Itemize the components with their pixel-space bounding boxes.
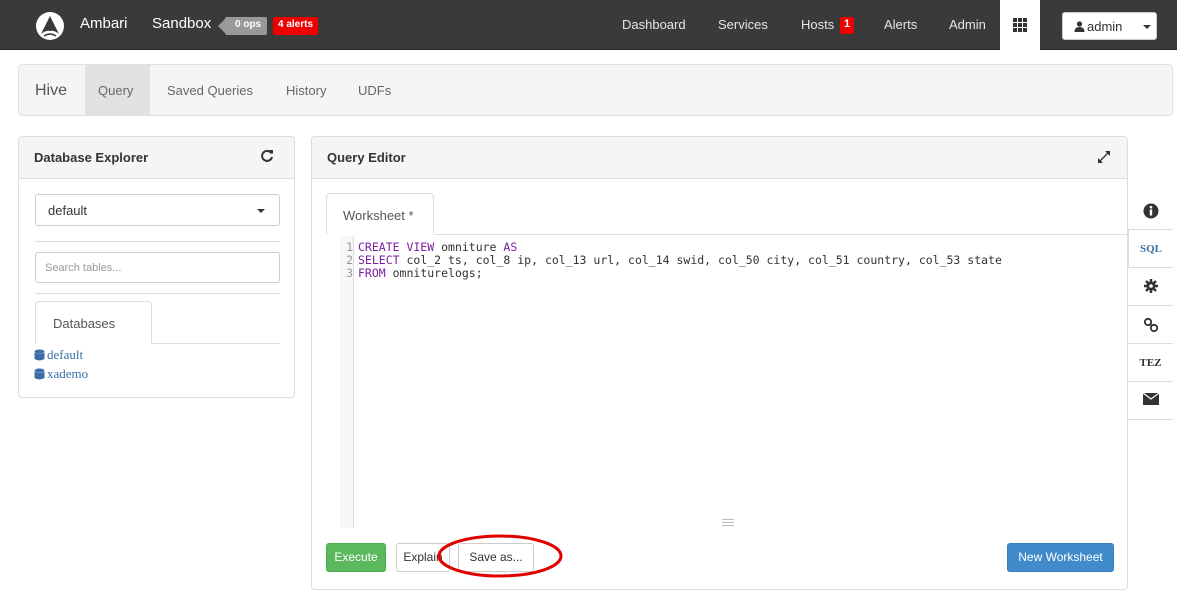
info-icon <box>1143 203 1158 219</box>
cluster-name[interactable]: Sandbox <box>152 15 211 32</box>
tab-databases[interactable]: Databases <box>35 301 152 344</box>
panel-heading: Query Editor <box>312 137 1127 179</box>
ambari-logo-icon[interactable] <box>36 12 64 40</box>
tab-worksheet[interactable]: Worksheet * <box>326 193 434 235</box>
ops-badge[interactable]: 0 ops <box>217 17 268 35</box>
nav-admin[interactable]: Admin <box>949 17 986 32</box>
tez-label: TEZ <box>1139 357 1162 369</box>
tab-worksheet-label: Worksheet * <box>343 208 414 223</box>
gear-icon <box>1143 279 1158 293</box>
annotation-ellipse <box>437 534 563 578</box>
views-menu-button[interactable] <box>1000 0 1040 50</box>
tab-udfs[interactable]: UDFs <box>358 65 391 115</box>
database-select[interactable]: default <box>35 194 280 226</box>
database-select-value: default <box>48 203 88 218</box>
user-icon <box>1074 21 1085 32</box>
tez-button[interactable]: TEZ <box>1128 344 1173 382</box>
user-menu-button[interactable]: admin <box>1062 12 1157 40</box>
sql-label: SQL <box>1139 243 1162 255</box>
user-name: admin <box>1087 19 1123 34</box>
alerts-badge[interactable]: 4 alerts <box>273 17 319 35</box>
envelope-icon <box>1142 392 1159 405</box>
nav-hosts[interactable]: Hosts <box>801 17 834 32</box>
grid-icon <box>1013 18 1027 32</box>
search-tables-input[interactable] <box>35 252 280 283</box>
sql-button[interactable]: SQL <box>1128 230 1173 268</box>
tab-databases-label: Databases <box>53 316 116 331</box>
query-editor-panel: Query Editor Worksheet * 1 CREATE VIEW om… <box>311 136 1128 590</box>
notifications-button[interactable] <box>1128 382 1173 420</box>
info-button[interactable] <box>1128 192 1173 230</box>
database-item-xademo[interactable]: xademo <box>34 366 88 382</box>
panel-title: Database Explorer <box>34 150 149 165</box>
code-line: 2 SELECT col_2 ts, col_8 ip, col_13 url, … <box>346 253 1002 267</box>
visual-explain-button[interactable] <box>1128 306 1173 344</box>
panel-heading: Database Explorer <box>19 137 294 179</box>
execute-button[interactable]: Execute <box>326 543 386 572</box>
database-icon <box>34 368 45 380</box>
database-icon <box>34 349 45 361</box>
hive-view-bar: Hive Query Saved Queries History UDFs <box>18 64 1173 116</box>
right-sidebar: SQL TEZ <box>1128 192 1173 422</box>
expand-icon[interactable] <box>1097 150 1111 164</box>
settings-button[interactable] <box>1128 268 1173 306</box>
divider <box>35 293 280 294</box>
nav-alerts[interactable]: Alerts <box>884 17 917 32</box>
tab-query[interactable]: Query <box>85 65 150 115</box>
new-worksheet-button[interactable]: New Worksheet <box>1007 543 1114 572</box>
database-item-default[interactable]: default <box>34 347 83 363</box>
code-line: 1 CREATE VIEW omniture AS <box>346 240 518 254</box>
tab-saved-queries[interactable]: Saved Queries <box>167 65 253 115</box>
tab-history[interactable]: History <box>286 65 326 115</box>
link-icon <box>1143 317 1158 333</box>
panel-title: Query Editor <box>327 150 406 165</box>
code-line: 3 FROM omniturelogs; <box>346 266 483 280</box>
brand-name[interactable]: Ambari <box>80 15 128 32</box>
nav-services[interactable]: Services <box>718 17 768 32</box>
nav-dashboard[interactable]: Dashboard <box>622 17 686 32</box>
database-name: default <box>47 347 84 362</box>
tab-underline <box>326 234 1128 235</box>
hive-title: Hive <box>35 82 68 99</box>
sql-code-editor[interactable]: 1 CREATE VIEW omniture AS 2 SELECT col_2 t… <box>340 236 1128 528</box>
database-explorer-panel: Database Explorer default Databases defa… <box>18 136 295 398</box>
database-name: xademo <box>47 366 89 381</box>
chevron-down-icon <box>1143 25 1151 29</box>
divider <box>35 241 280 242</box>
editor-resize-handle[interactable] <box>722 519 734 528</box>
hosts-badge: 1 <box>840 17 855 34</box>
refresh-icon[interactable] <box>260 149 274 163</box>
top-navbar: Ambari Sandbox 0 ops 4 alerts Dashboard … <box>0 0 1177 50</box>
chevron-down-icon <box>257 209 265 213</box>
